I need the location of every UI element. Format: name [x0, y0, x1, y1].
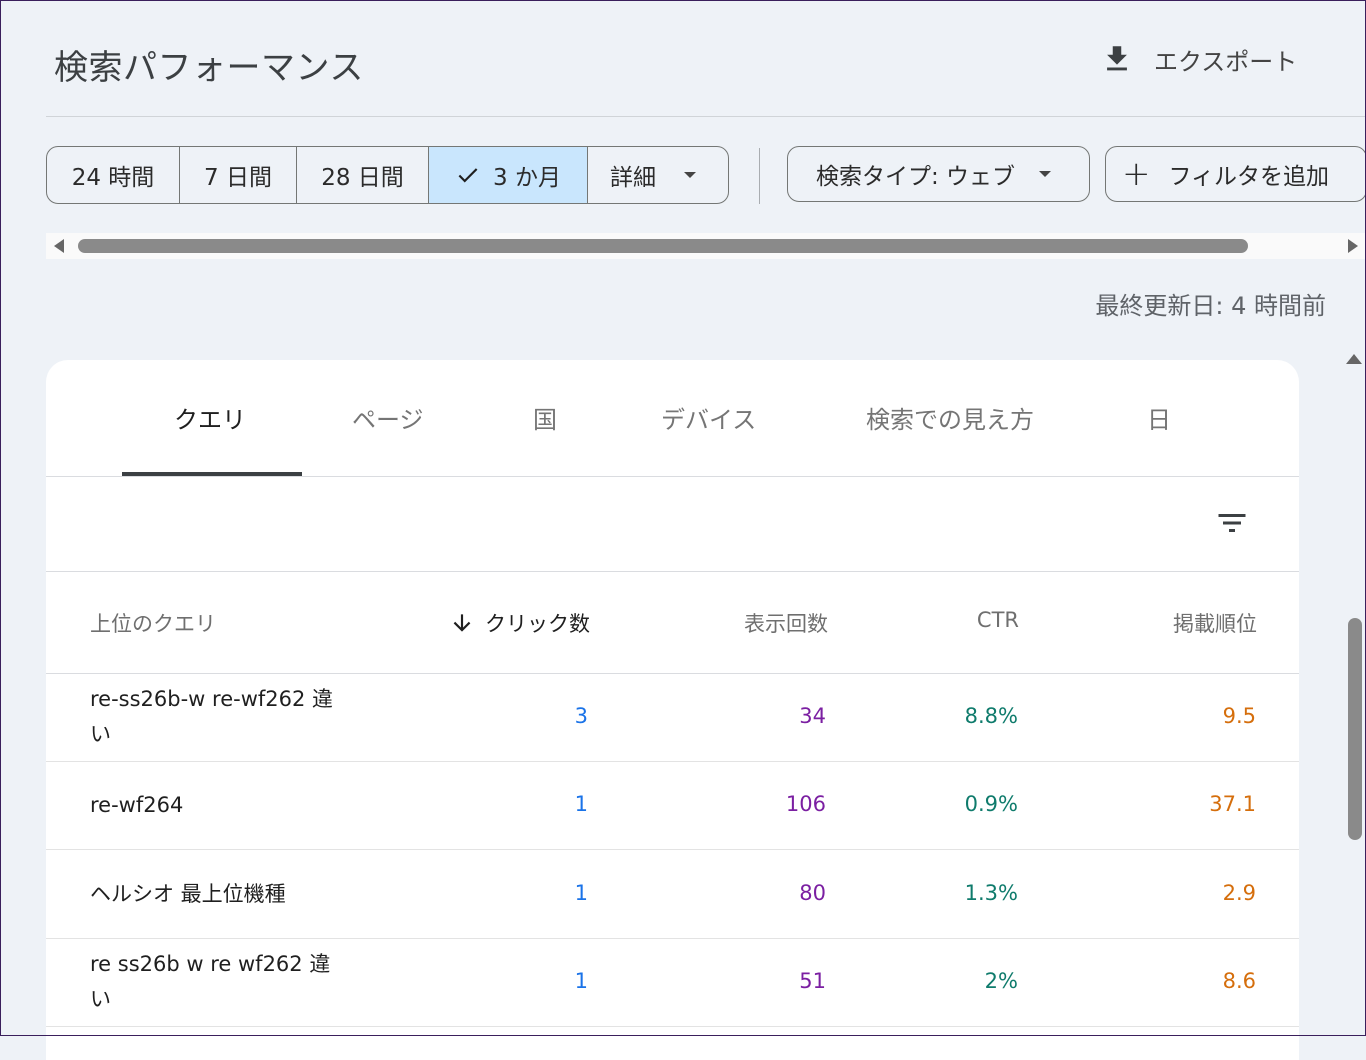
tab-countries[interactable]: 国: [533, 400, 557, 435]
range-7d-label: 7 日間: [204, 165, 272, 191]
table-toolbar: [46, 477, 1299, 572]
ctr-cell: 1.3%: [964, 881, 1018, 905]
range-28d-label: 28 日間: [321, 165, 404, 191]
query-cell: re ss26b w re wf262 違い: [90, 952, 331, 1011]
query-cell: re-ss26b-w re-wf262 違い: [90, 687, 334, 746]
ctr-cell: 0.9%: [964, 792, 1018, 816]
impressions-cell: 80: [799, 881, 826, 905]
table-row[interactable]: re-wf264 1 106 0.9% 37.1: [46, 762, 1299, 850]
column-header-clicks[interactable]: クリック数: [449, 608, 590, 638]
range-3m-label: 3 か月: [493, 165, 561, 191]
chevron-down-icon: [684, 172, 696, 178]
impressions-cell: 34: [799, 704, 826, 728]
export-button[interactable]: エクスポート: [1100, 38, 1297, 80]
vertical-scroll-thumb[interactable]: [1348, 618, 1362, 840]
clicks-cell: 1: [574, 792, 588, 816]
active-tab-indicator: [122, 472, 302, 476]
scroll-left-icon[interactable]: [54, 239, 64, 253]
horizontal-scroll-thumb[interactable]: [78, 239, 1248, 253]
download-icon: [1107, 46, 1127, 71]
date-range-selector: 24 時間 7 日間 28 日間 3 か月 詳細: [46, 146, 729, 204]
table-row[interactable]: ヘルシオ 最上位機種 1 80 1.3% 2.9: [46, 850, 1299, 939]
position-cell: 2.9: [1222, 881, 1256, 905]
vertical-scrollbar[interactable]: [1342, 346, 1366, 1036]
query-cell: re-wf264: [90, 793, 184, 817]
range-3m-button[interactable]: 3 か月: [429, 147, 588, 203]
search-type-label: 検索タイプ: ウェブ: [816, 164, 1016, 190]
chevron-down-icon: [1039, 171, 1052, 177]
range-7d-button[interactable]: 7 日間: [180, 147, 297, 203]
ctr-cell: 8.8%: [964, 704, 1018, 728]
filter-list-icon[interactable]: [1214, 505, 1250, 541]
table-row[interactable]: re ss26b w re wf262 違い 1 51 2% 8.6: [46, 939, 1299, 1027]
column-header-impressions[interactable]: 表示回数: [744, 608, 828, 638]
ctr-cell: 2%: [984, 969, 1018, 993]
position-cell: 8.6: [1222, 969, 1256, 993]
range-custom-label: 詳細: [610, 165, 656, 191]
plus-icon: +: [1122, 154, 1151, 194]
page-title: 検索パフォーマンス: [54, 48, 364, 88]
check-icon: [458, 168, 478, 183]
column-header-query[interactable]: 上位のクエリ: [90, 608, 216, 638]
horizontal-scrollbar[interactable]: [46, 233, 1366, 259]
clicks-cell: 3: [574, 704, 588, 728]
tab-queries[interactable]: クエリ: [174, 400, 246, 435]
tab-search-appearance[interactable]: 検索での見え方: [866, 400, 1034, 435]
position-cell: 9.5: [1222, 704, 1256, 728]
scroll-right-icon[interactable]: [1348, 239, 1358, 253]
report-card: クエリ ページ 国 デバイス 検索での見え方 日 上位のクエリ クリック数 表示…: [46, 360, 1299, 1060]
position-cell: 37.1: [1209, 792, 1256, 816]
range-24h-button[interactable]: 24 時間: [47, 147, 180, 203]
table-row[interactable]: re-ss26b-w re-wf262 違い 3 34 8.8% 9.5: [46, 674, 1299, 762]
clicks-cell: 1: [574, 881, 588, 905]
tab-pages[interactable]: ページ: [352, 400, 424, 435]
add-filter-label: フィルタを追加: [1168, 164, 1330, 190]
column-header-position[interactable]: 掲載順位: [1173, 608, 1257, 638]
last-updated: 最終更新日: 4 時間前: [1095, 292, 1326, 320]
column-header-clicks-label: クリック数: [485, 612, 590, 636]
tab-dates[interactable]: 日: [1147, 400, 1171, 435]
range-24h-label: 24 時間: [71, 165, 155, 191]
header-divider: [46, 116, 1366, 117]
toolbar-divider: [759, 148, 760, 204]
dimension-tabs: クエリ ページ 国 デバイス 検索での見え方 日: [46, 360, 1299, 477]
arrow-down-icon: [453, 614, 471, 632]
table-header: 上位のクエリ クリック数 表示回数 CTR 掲載順位: [46, 572, 1299, 674]
tab-devices[interactable]: デバイス: [661, 400, 756, 435]
scroll-up-icon[interactable]: [1346, 354, 1362, 364]
impressions-cell: 106: [785, 792, 826, 816]
impressions-cell: 51: [799, 969, 826, 993]
range-28d-button[interactable]: 28 日間: [297, 147, 429, 203]
clicks-cell: 1: [574, 969, 588, 993]
export-label: エクスポート: [1154, 47, 1298, 76]
range-custom-button[interactable]: 詳細: [588, 147, 728, 203]
search-type-chip[interactable]: 検索タイプ: ウェブ: [787, 146, 1090, 202]
add-filter-button[interactable]: + フィルタを追加: [1105, 146, 1366, 202]
column-header-ctr[interactable]: CTR: [977, 608, 1019, 632]
query-cell: ヘルシオ 最上位機種: [90, 882, 286, 906]
